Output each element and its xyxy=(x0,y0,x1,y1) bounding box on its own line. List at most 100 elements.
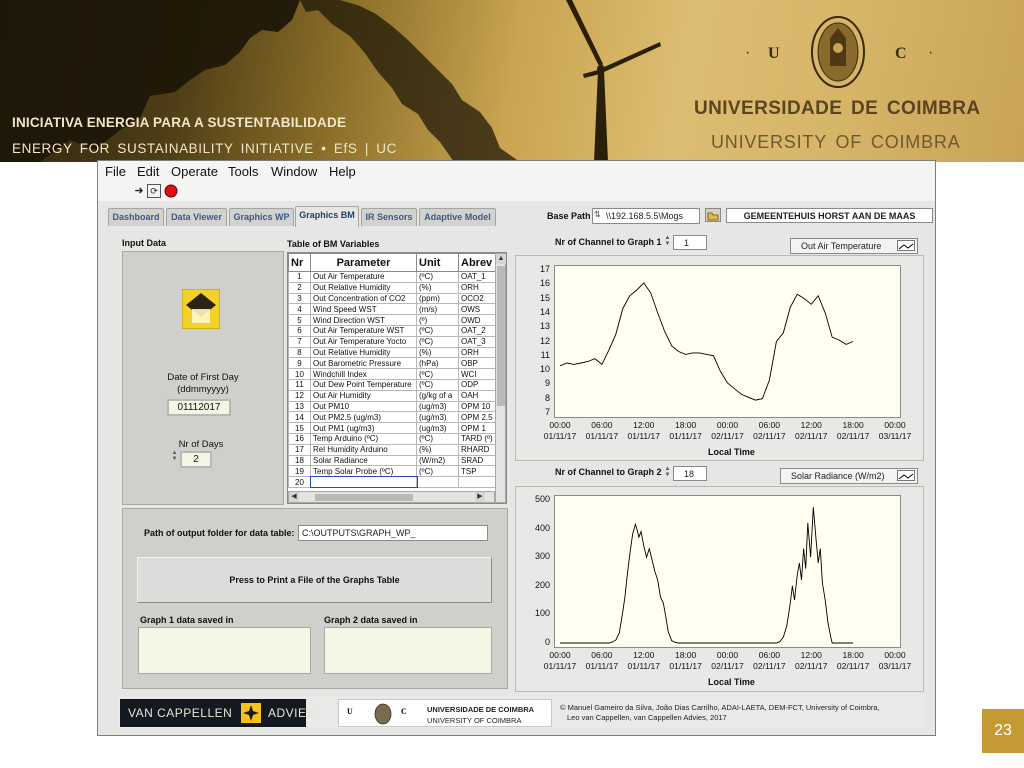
date-first-day-input[interactable]: 01112017 xyxy=(167,399,231,416)
cell-unit[interactable]: (hPa) xyxy=(416,357,459,370)
cell-abrev[interactable]: ODP xyxy=(458,378,497,391)
table-row[interactable]: 14 Out PM2.5 (ug/m3) (ug/m3) OPM 2.5 xyxy=(288,411,497,424)
cell-nr[interactable]: 12 xyxy=(288,389,311,402)
cell-unit[interactable]: (ºC) xyxy=(416,368,459,380)
base-path-input[interactable]: \\192.168.5.5\Mogs xyxy=(592,208,700,224)
table-row[interactable]: 15 Out PM1 (ug/m3) (ug/m3) OPM 1 xyxy=(288,422,497,434)
cell-abrev[interactable]: OBP xyxy=(458,357,497,370)
cell-unit[interactable] xyxy=(416,476,459,488)
bm-table-vertical-scrollbar[interactable]: ▲ xyxy=(495,253,506,503)
scroll-right-icon[interactable]: ▶ xyxy=(475,492,485,502)
cell-unit[interactable]: (m/s) xyxy=(416,303,459,316)
cell-nr[interactable]: 6 xyxy=(288,324,311,337)
cell-parameter[interactable]: Out Air Temperature WST xyxy=(310,324,417,337)
table-row[interactable]: 11 Out Dew Point Temperature (ºC) ODP xyxy=(288,378,497,391)
cell-abrev[interactable]: OWD xyxy=(458,314,497,326)
cell-nr[interactable]: 14 xyxy=(288,411,311,424)
cell-parameter[interactable]: Out Relative Humidity xyxy=(310,346,417,359)
scroll-thumb[interactable] xyxy=(497,266,505,406)
cell-unit[interactable]: (%) xyxy=(416,346,459,359)
run-continuous-icon[interactable]: ⟳ xyxy=(147,184,161,198)
cell-unit[interactable]: (%) xyxy=(416,443,459,456)
cell-nr[interactable]: 16 xyxy=(288,432,311,445)
graph1-plot-area[interactable] xyxy=(554,265,901,418)
graph2-channel-spinner[interactable]: ▲ ▼ xyxy=(664,466,671,478)
cell-unit[interactable]: (º) xyxy=(416,314,459,326)
tab-graphics-bm[interactable]: Graphics BM xyxy=(295,206,359,227)
cell-unit[interactable]: (W/m2) xyxy=(416,454,459,467)
cell-abrev[interactable]: OAT_2 xyxy=(458,324,497,337)
cell-nr[interactable]: 3 xyxy=(288,292,311,305)
graph1-legend[interactable]: Out Air Temperature xyxy=(790,238,918,254)
cell-parameter[interactable]: Temp Solar Probe (ºC) xyxy=(310,465,417,478)
cell-unit[interactable]: (ºC) xyxy=(416,432,459,445)
cell-parameter[interactable]: Wind Speed WST xyxy=(310,303,417,316)
plot-line-legend-icon[interactable] xyxy=(897,240,915,251)
table-row[interactable]: 20 xyxy=(288,475,497,489)
cell-nr[interactable]: 15 xyxy=(288,422,311,434)
cell-parameter[interactable]: Out PM1 (ug/m3) xyxy=(310,422,417,434)
graph1-channel-spinner[interactable]: ▲ ▼ xyxy=(664,235,671,247)
cell-unit[interactable]: (ºC) xyxy=(416,335,459,348)
cell-nr[interactable]: 5 xyxy=(288,314,311,326)
tab-ir-sensors[interactable]: IR Sensors xyxy=(361,208,417,226)
nr-of-days-input[interactable]: 2 xyxy=(180,451,212,468)
table-row[interactable]: 5 Wind Direction WST (º) OWD xyxy=(288,314,497,326)
cell-nr[interactable]: 9 xyxy=(288,357,311,370)
cell-parameter[interactable]: Temp Arduino (ºC) xyxy=(310,432,417,445)
cell-unit[interactable]: (ºC) xyxy=(416,378,459,391)
output-path-input[interactable]: C:\OUTPUTS\GRAPH_WP_ xyxy=(298,525,488,541)
cell-nr[interactable]: 13 xyxy=(288,400,311,413)
cell-nr[interactable]: 18 xyxy=(288,454,311,467)
menu-tools[interactable]: Tools xyxy=(228,164,258,179)
table-row[interactable]: 9 Out Barometric Pressure (hPa) OBP xyxy=(288,357,497,370)
cell-unit[interactable]: (g/kg of a xyxy=(416,389,459,402)
menu-help[interactable]: Help xyxy=(329,164,356,179)
table-row[interactable]: 17 Rel Humidity Arduino (%) RHARD xyxy=(288,443,497,456)
cell-abrev[interactable]: TSP xyxy=(458,465,497,478)
table-row[interactable]: 6 Out Air Temperature WST (ºC) OAT_2 xyxy=(288,324,497,337)
cell-parameter[interactable]: Windchill Index xyxy=(310,368,417,380)
table-row[interactable]: 13 Out PM10 (ug/m3) OPM 10 xyxy=(288,400,497,413)
cell-unit[interactable]: (ºC) xyxy=(416,324,459,337)
scroll-left-icon[interactable]: ◀ xyxy=(289,492,299,502)
cell-parameter[interactable]: Out Concentration of CO2 xyxy=(310,292,417,305)
tab-data-viewer[interactable]: Data Viewer xyxy=(166,208,227,226)
cell-unit[interactable]: (ug/m3) xyxy=(416,422,459,434)
cell-abrev[interactable]: OWS xyxy=(458,303,497,316)
cell-nr[interactable]: 7 xyxy=(288,335,311,348)
menu-file[interactable]: File xyxy=(105,164,126,179)
graph1-channel-input[interactable]: 1 xyxy=(673,235,707,250)
cell-parameter[interactable]: Solar Radiance xyxy=(310,454,417,467)
cell-parameter[interactable]: Out Relative Humidity xyxy=(310,281,417,294)
table-row[interactable]: 19 Temp Solar Probe (ºC) (ºC) TSP xyxy=(288,465,497,478)
cell-parameter[interactable]: Out Air Temperature xyxy=(310,271,417,283)
cell-nr[interactable]: 8 xyxy=(288,346,311,359)
cell-parameter[interactable]: Out PM2.5 (ug/m3) xyxy=(310,411,417,424)
cell-unit[interactable]: (ug/m3) xyxy=(416,400,459,413)
cell-unit[interactable]: (ºC) xyxy=(416,465,459,478)
table-row[interactable]: 18 Solar Radiance (W/m2) SRAD xyxy=(288,454,497,467)
cell-parameter[interactable]: Out PM10 xyxy=(310,400,417,413)
table-row[interactable]: 7 Out Air Temperature Yocto (ºC) OAT_3 xyxy=(288,335,497,348)
bm-table-horizontal-scrollbar[interactable]: ◀ ▶ xyxy=(288,491,495,503)
table-row[interactable]: 3 Out Concentration of CO2 (ppm) OCO2 xyxy=(288,292,497,305)
table-row[interactable]: 2 Out Relative Humidity (%) ORH xyxy=(288,281,497,294)
cell-abrev[interactable]: OPM 10 xyxy=(458,400,497,413)
plot-line-legend-icon[interactable] xyxy=(897,470,915,481)
tab-graphics-wp[interactable]: Graphics WP xyxy=(229,208,294,226)
cell-abrev[interactable]: ORH xyxy=(458,346,497,359)
menu-operate[interactable]: Operate xyxy=(171,164,218,179)
cell-unit[interactable]: (ug/m3) xyxy=(416,411,459,424)
cell-nr[interactable]: 20 xyxy=(288,476,311,488)
cell-abrev[interactable]: TARD (º) xyxy=(458,432,497,445)
cell-nr[interactable]: 1 xyxy=(288,271,311,283)
cell-parameter[interactable]: Out Air Temperature Yocto xyxy=(310,335,417,348)
cell-abrev[interactable]: OAT_1 xyxy=(458,271,497,283)
print-graphs-table-button[interactable]: Press to Print a File of the Graphs Tabl… xyxy=(137,557,492,603)
cell-parameter[interactable]: Out Barometric Pressure xyxy=(310,357,417,370)
cell-parameter[interactable]: Out Dew Point Temperature xyxy=(310,378,417,391)
cell-parameter[interactable]: Wind Direction WST xyxy=(310,314,417,326)
abort-stop-icon[interactable] xyxy=(164,184,178,198)
cell-abrev[interactable]: ORH xyxy=(458,281,497,294)
